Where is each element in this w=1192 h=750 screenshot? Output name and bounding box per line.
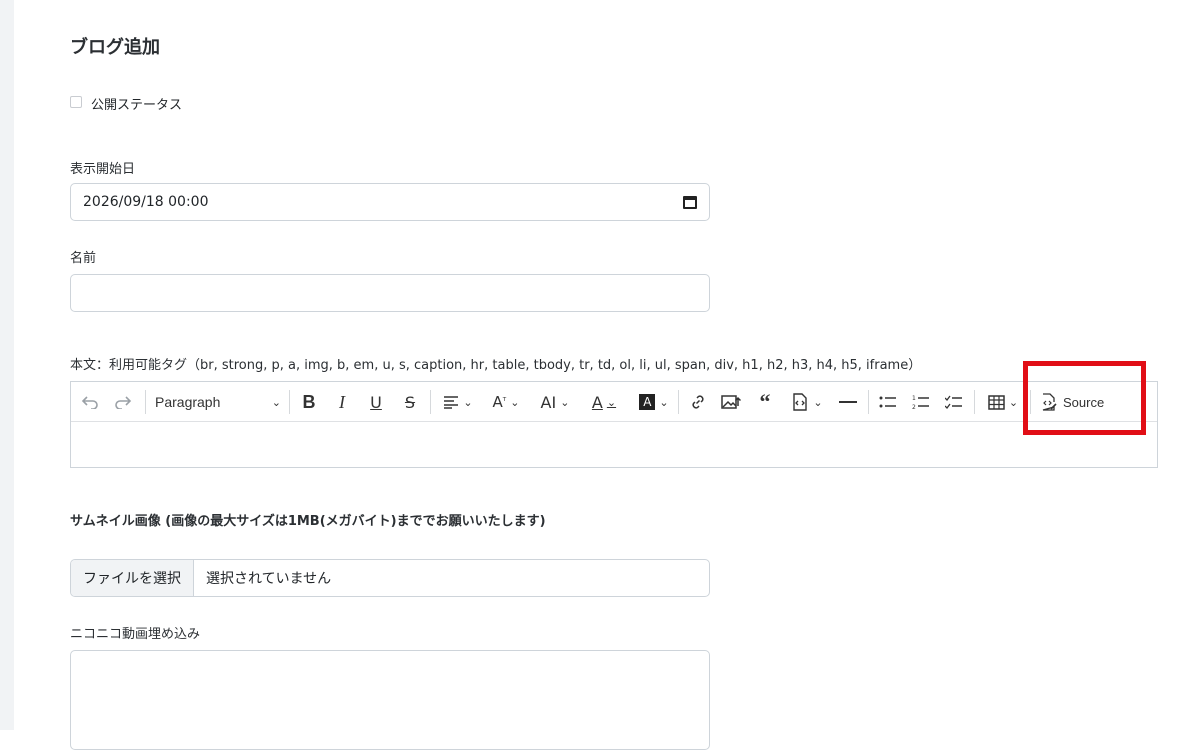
- font-family-icon[interactable]: AI ⌄: [534, 390, 576, 414]
- redo-icon[interactable]: [112, 390, 134, 414]
- strikethrough-icon[interactable]: S: [398, 390, 422, 414]
- public-status-label: 公開ステータス: [91, 98, 183, 113]
- link-icon[interactable]: [686, 390, 710, 414]
- toolbar-separator: [430, 390, 431, 414]
- toolbar-separator: [289, 390, 290, 414]
- niconico-embed-label: ニコニコ動画埋め込み: [70, 627, 201, 642]
- choose-file-button[interactable]: ファイルを選択: [71, 560, 194, 596]
- svg-text:2: 2: [912, 404, 916, 410]
- rich-text-editor: Paragraph ⌄ B I U S ⌄ Aᵀ⌄ AI⌄ A⌄ A ⌄: [70, 381, 1158, 468]
- source-highlight-box: [1023, 361, 1146, 435]
- font-size-icon[interactable]: Aᵀ ⌄: [485, 390, 527, 414]
- chevron-down-icon: ⌄: [510, 395, 520, 409]
- chevron-down-icon: ⌄: [606, 395, 617, 409]
- toolbar-separator: [868, 390, 869, 414]
- toolbar-separator: [678, 390, 679, 414]
- background-color-icon[interactable]: A ⌄: [633, 390, 675, 414]
- chevron-down-icon: ⌄: [271, 396, 281, 409]
- editor-content-area[interactable]: [71, 422, 1157, 468]
- toolbar-separator: [974, 390, 975, 414]
- table-icon[interactable]: ⌄: [982, 390, 1024, 414]
- chevron-down-icon: ⌄: [813, 395, 823, 409]
- html-embed-icon[interactable]: ⌄: [785, 390, 829, 414]
- thumbnail-file-input[interactable]: ファイルを選択 選択されていません: [70, 559, 710, 597]
- niconico-embed-textarea[interactable]: [70, 650, 710, 750]
- align-icon[interactable]: ⌄: [438, 390, 478, 414]
- chevron-down-icon: ⌄: [560, 395, 570, 409]
- thumbnail-label: サムネイル画像 (画像の最大サイズは1MB(メガバイト)まででお願いいたします): [70, 514, 546, 529]
- undo-icon[interactable]: [79, 390, 101, 414]
- todo-list-icon[interactable]: [942, 390, 966, 414]
- underline-icon[interactable]: U: [364, 390, 388, 414]
- paragraph-label: Paragraph: [155, 394, 221, 410]
- paragraph-dropdown[interactable]: Paragraph ⌄: [155, 390, 281, 414]
- chevron-down-icon: ⌄: [659, 395, 669, 409]
- start-date-value: 2026/09/18 00:00: [83, 194, 209, 210]
- public-status-checkbox[interactable]: [70, 96, 82, 108]
- start-date-input[interactable]: 2026/09/18 00:00: [70, 183, 710, 221]
- svg-text:1: 1: [912, 395, 916, 402]
- chevron-down-icon: ⌄: [463, 395, 473, 409]
- italic-icon[interactable]: I: [330, 390, 354, 414]
- start-date-label: 表示開始日: [70, 162, 136, 177]
- file-status-text: 選択されていません: [206, 571, 332, 587]
- name-input[interactable]: [70, 274, 710, 312]
- toolbar-separator: [145, 390, 146, 414]
- blockquote-icon[interactable]: “: [753, 389, 777, 414]
- left-sidebar-strip: [0, 0, 14, 730]
- chevron-down-icon: ⌄: [1008, 395, 1019, 409]
- body-label: 本文：利用可能タグ（br, strong, p, a, img, b, em, …: [70, 358, 922, 373]
- font-color-icon[interactable]: A ⌄: [583, 390, 625, 414]
- name-label: 名前: [70, 251, 97, 266]
- horizontal-line-icon[interactable]: [836, 390, 860, 414]
- page-title: ブログ追加: [70, 37, 160, 58]
- editor-toolbar: Paragraph ⌄ B I U S ⌄ Aᵀ⌄ AI⌄ A⌄ A ⌄: [71, 382, 1157, 422]
- bulleted-list-icon[interactable]: [876, 390, 900, 414]
- calendar-icon[interactable]: [683, 195, 697, 209]
- image-upload-icon[interactable]: [718, 390, 744, 414]
- bold-icon[interactable]: B: [297, 390, 321, 414]
- numbered-list-icon[interactable]: 12: [909, 390, 933, 414]
